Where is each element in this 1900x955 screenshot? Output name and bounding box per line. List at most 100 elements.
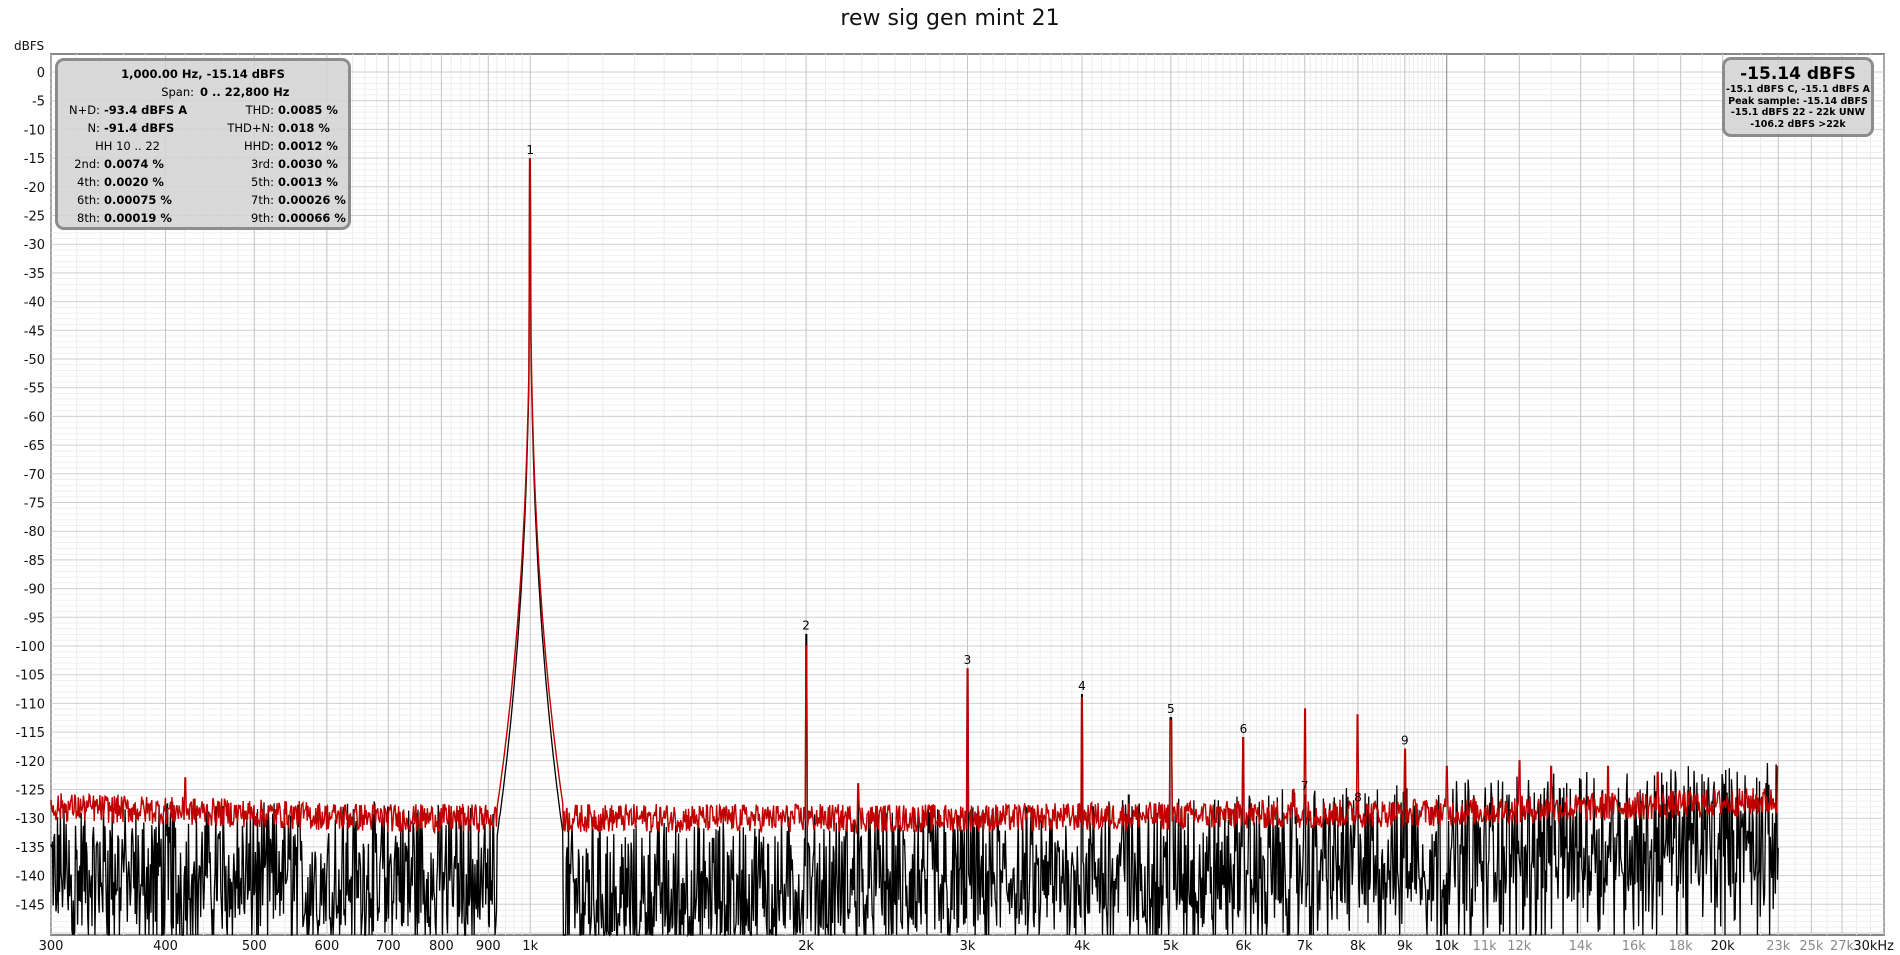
y-tick-label: -80 <box>24 525 45 540</box>
x-tick-label: 500 <box>242 939 267 954</box>
y-tick-label: -135 <box>15 841 45 856</box>
stat-label: 9th: <box>251 211 274 225</box>
harmonic-label: 8 <box>1354 791 1362 805</box>
stat-value: 0.00019 % <box>104 211 172 225</box>
stat-label: N: <box>87 121 100 135</box>
level-weighted: -15.1 dBFS C, -15.1 dBFS A <box>1726 84 1870 95</box>
level-main: -15.14 dBFS <box>1740 64 1856 84</box>
level-box[interactable]: -15.14 dBFS -15.1 dBFS C, -15.1 dBFS A P… <box>1722 57 1874 137</box>
y-tick-label: -95 <box>24 611 45 626</box>
y-tick-label: 0 <box>37 66 45 81</box>
y-axis-ticks: 0 -5 -10 -15 -20 -25 -30 -35 -40 -45 -50 -55 -60 -65 -… <box>15 66 45 913</box>
stat-label: 3rd: <box>250 157 274 171</box>
harmonic-label: 4 <box>1078 679 1086 693</box>
y-tick-label: -70 <box>24 468 45 483</box>
y-tick-label: -45 <box>24 324 45 339</box>
y-tick-label: -60 <box>24 410 45 425</box>
x-tick-label: 900 <box>476 939 501 954</box>
y-tick-label: -90 <box>24 583 45 598</box>
x-tick-label: 27k <box>1830 939 1855 954</box>
level-peak-sample: Peak sample: -15.14 dBFS <box>1728 95 1868 107</box>
y-tick-label: -100 <box>15 640 45 655</box>
stat-value: 0.0074 % <box>104 157 164 171</box>
y-tick-label: -35 <box>24 267 45 282</box>
stat-label: 5th: <box>251 175 274 189</box>
harmonic-label: 5 <box>1167 702 1175 716</box>
span-label: Span: <box>161 85 194 99</box>
y-tick-label: -15 <box>24 152 45 167</box>
x-tick-label: 30kHz <box>1853 939 1894 954</box>
stat-row: 4th: 0.0020 % 5th: 0.0013 % <box>58 175 348 193</box>
y-tick-label: -30 <box>24 238 45 253</box>
y-tick-label: -115 <box>15 726 45 741</box>
stat-label: 2nd: <box>74 157 100 171</box>
stat-value: 0.00075 % <box>104 193 172 207</box>
y-tick-label: -125 <box>15 784 45 799</box>
x-tick-label: 400 <box>153 939 178 954</box>
stat-row: N+D: -93.4 dBFS A THD: 0.0085 % <box>58 103 348 121</box>
stat-label: HHD: <box>243 139 274 153</box>
x-tick-label: 1k <box>522 939 538 954</box>
stat-row: 6th: 0.00075 % 7th: 0.00026 % <box>58 193 348 211</box>
x-tick-label: 10k <box>1435 939 1460 954</box>
stat-label: 7th: <box>251 193 274 207</box>
harmonic-label: 2 <box>802 619 810 633</box>
x-tick-label: 5k <box>1163 939 1179 954</box>
x-tick-label: 7k <box>1297 939 1313 954</box>
stat-value: -93.4 dBFS A <box>104 103 188 117</box>
y-tick-label: -40 <box>24 296 45 311</box>
stat-label: 6th: <box>77 193 100 207</box>
x-tick-label: 18k <box>1669 939 1694 954</box>
x-tick-label: 700 <box>376 939 401 954</box>
x-tick-label: 14k <box>1569 939 1594 954</box>
x-tick-label: 6k <box>1235 939 1251 954</box>
harmonic-label: 9 <box>1401 733 1409 747</box>
stat-value: 0.0085 % <box>278 103 338 117</box>
y-tick-label: -75 <box>24 497 45 512</box>
x-tick-label: 23k <box>1766 939 1791 954</box>
y-tick-label: -25 <box>24 210 45 225</box>
stat-label: THD+N: <box>227 121 274 135</box>
x-tick-label: 800 <box>429 939 454 954</box>
y-tick-label: -110 <box>15 697 45 712</box>
y-tick-label: -50 <box>24 353 45 368</box>
stat-value: -91.4 dBFS <box>104 121 175 135</box>
stat-row: N: -91.4 dBFS THD+N: 0.018 % <box>58 121 348 139</box>
stat-value: 0.0013 % <box>278 175 338 189</box>
harmonic-label: 1 <box>526 143 534 157</box>
y-tick-label: -145 <box>15 898 45 913</box>
x-tick-label: 2k <box>798 939 814 954</box>
measurement-box[interactable]: 1,000.00 Hz, -15.14 dBFS Span: 0 .. 22,8… <box>55 58 351 230</box>
stat-label: 8th: <box>77 211 100 225</box>
harmonic-label: 7 <box>1301 779 1309 793</box>
stat-value: 0.00066 % <box>278 211 346 225</box>
level-above-22k: -106.2 dBFS >22k <box>1750 118 1846 130</box>
level-unweighted: -15.1 dBFS 22 - 22k UNW <box>1730 107 1866 118</box>
measurement-header: 1,000.00 Hz, -15.14 dBFS <box>121 67 285 81</box>
harmonic-label: 6 <box>1240 722 1248 736</box>
stat-value: 0.0030 % <box>278 157 338 171</box>
y-tick-label: -65 <box>24 439 45 454</box>
x-tick-label: 12k <box>1507 939 1532 954</box>
x-axis-ticks: 300 400 500 600 700 800 900 1k 2k 3k 4k 5k 6k 7k 8k 9k 1… <box>39 939 1895 954</box>
x-tick-label: 16k <box>1622 939 1647 954</box>
y-tick-label: -5 <box>32 95 45 110</box>
y-axis-label: dBFS <box>14 39 44 53</box>
y-tick-label: -10 <box>24 123 45 138</box>
y-tick-label: -130 <box>15 812 45 827</box>
x-tick-label: 9k <box>1397 939 1413 954</box>
stat-row: 2nd: 0.0074 % 3rd: 0.0030 % <box>58 157 348 175</box>
y-tick-label: -20 <box>24 181 45 196</box>
stat-value: 0.00026 % <box>278 193 346 207</box>
stat-label: THD: <box>245 103 274 117</box>
stat-value: 0.0020 % <box>104 175 164 189</box>
x-tick-label: 3k <box>960 939 976 954</box>
x-tick-label: 600 <box>314 939 339 954</box>
y-tick-label: -120 <box>15 755 45 770</box>
y-tick-label: -55 <box>24 382 45 397</box>
x-tick-label: 25k <box>1799 939 1824 954</box>
harmonic-label: 3 <box>964 653 972 667</box>
y-tick-label: -105 <box>15 669 45 684</box>
hh-row: HH 10 .. 22 HHD: 0.0012 % <box>58 139 348 157</box>
y-tick-label: -140 <box>15 870 45 885</box>
